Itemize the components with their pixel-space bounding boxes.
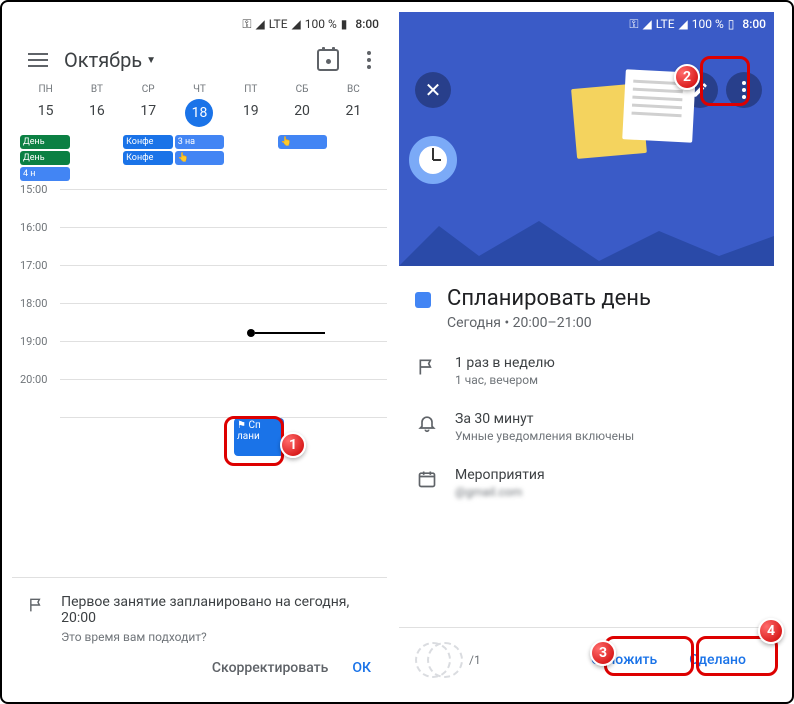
more-button[interactable] [726,72,762,108]
battery-label: 100 % [692,17,724,31]
event-title: Спланировать день [447,286,651,311]
status-bar: ⚿ ◢ LTE ◢ 100 % ▯ 8:00 [399,12,774,36]
hero-image: ✕ [399,36,774,266]
battery-icon: ▯ [728,17,735,31]
flag-icon [28,596,45,614]
key-icon: ⚿ [242,17,251,32]
sheet-title: Первое занятие запланировано на сегодня,… [61,594,371,626]
adjust-button[interactable]: Скорректировать [212,660,328,676]
status-time: 8:00 [355,17,379,31]
badge-1: 1 [280,432,306,458]
calendar-header: Октябрь ▼ [12,36,387,84]
flag-icon [417,357,437,377]
today-date: 18 [185,99,213,127]
status-bar: ⚿ ◢ LTE ◢ 100 % ▮ 8:00 [12,12,387,36]
today-button[interactable] [317,49,339,71]
status-time: 8:00 [742,17,766,31]
allday-events[interactable]: День Конфе 3 на 👆 [12,135,387,149]
signal-icon: ◢ [292,17,301,31]
calendar-week-view: ⚿ ◢ LTE ◢ 100 % ▮ 8:00 Октябрь ▼ ПНВТСР … [12,12,387,692]
date-row[interactable]: 1516 17 18 1920 21 [12,95,387,135]
sheet-subtitle: Это время вам подходит? [61,630,371,644]
chevron-down-icon: ▼ [146,55,156,66]
repeat-label: 1 раз в неделю [455,355,555,371]
progress-indicator: /1 [415,642,481,678]
battery-icon: ▮ [341,17,348,31]
badge-2: 2 [674,64,700,90]
account-email: @gmail.com [455,485,545,499]
repeat-sub: 1 час, вечером [455,373,555,387]
badge-4: 4 [758,618,784,644]
month-selector[interactable]: Октябрь ▼ [64,48,301,72]
bell-icon [417,413,437,433]
detail-footer: /1 Отложить Сделано [399,627,774,692]
wifi-icon: ◢ [642,17,651,31]
more-icon[interactable] [367,51,371,69]
close-button[interactable]: ✕ [415,72,451,108]
signal-icon: ◢ [679,17,688,31]
done-button[interactable]: Сделано [677,644,758,676]
goal-marker [247,329,255,337]
network-label: LTE [269,17,288,31]
event-time: Сегодня • 20:00–21:00 [447,315,758,331]
calendar-icon [417,469,437,489]
wifi-icon: ◢ [255,17,264,31]
notify-label: За 30 минут [455,411,634,427]
menu-icon[interactable] [28,53,48,67]
key-icon: ⚿ [629,17,638,32]
event-detail-view: ⚿ ◢ LTE ◢ 100 % ▯ 8:00 ✕ [399,12,774,692]
ok-button[interactable]: ОК [352,660,371,676]
badge-3: 3 [590,640,616,666]
notify-sub: Умные уведомления включены [455,429,634,443]
account-label: Мероприятия [455,467,545,483]
timeline[interactable]: 15:00 16:00 17:00 18:00 19:00 20:00 ⚑ Сп… [12,183,387,449]
event-color [415,292,431,308]
battery-label: 100 % [305,17,337,31]
network-label: LTE [656,17,675,31]
confirm-sheet: Первое занятие запланировано на сегодня,… [12,577,387,692]
weekday-row: ПНВТСР ЧТПТСБ ВС [12,84,387,95]
plan-day-event[interactable]: ⚑ Сп лани [234,418,284,456]
watch-icon [409,136,457,184]
